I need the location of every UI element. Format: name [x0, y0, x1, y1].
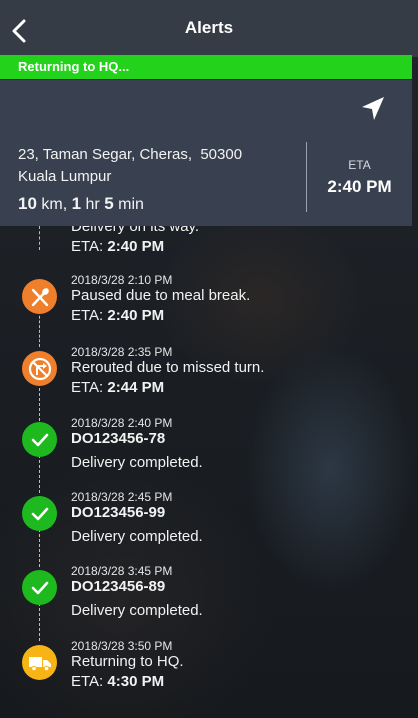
event-time: 2018/3/28 3:50 PM [71, 639, 173, 653]
hours-unit: hr [85, 196, 100, 213]
truck-icon [28, 656, 51, 671]
eta-value: 2:40 PM [107, 307, 165, 324]
alerts-timeline[interactable]: Delivery on its way. ETA: 2:40 PM 2018/3… [0, 226, 418, 718]
event-body: DO123456-78 Delivery completed. [71, 430, 401, 471]
event-time: 2018/3/28 2:40 PM [71, 416, 173, 430]
event-body: Paused due to meal break. ETA: 2:40 PM [71, 287, 401, 324]
page-title: Alerts [184, 18, 234, 37]
eta-label: ETA: [71, 238, 104, 255]
event-eta: ETA: 2:40 PM [71, 238, 401, 255]
event-body: Returning to HQ. ETA: 4:30 PM [71, 653, 401, 690]
address-line-2: Kuala Lumpur [18, 168, 112, 185]
event-message: Rerouted due to missed turn. [71, 359, 265, 376]
event-icon [22, 570, 57, 605]
event-body: DO123456-89 Delivery completed. [71, 578, 401, 619]
address-line-1: 23, Taman Segar, Cheras, 50300 [18, 146, 243, 163]
event-message: Returning to HQ. [71, 653, 184, 670]
event-message: Paused due to meal break. [71, 287, 251, 304]
minutes-value: 5 [104, 194, 114, 213]
eta-value: 2:44 PM [107, 379, 165, 396]
distance-value: 10 [18, 194, 37, 213]
no-right-turn-icon [28, 357, 51, 380]
eta-value: 2:40 PM [107, 238, 165, 255]
timeline-connector [39, 529, 40, 567]
event-time: 2018/3/28 2:35 PM [71, 345, 173, 359]
event-icon [22, 351, 57, 386]
order-number: DO123456-99 [71, 504, 166, 521]
eta-label: ETA [348, 158, 371, 172]
checkmark-icon [31, 581, 48, 594]
event-icon [22, 422, 57, 457]
event-message: Delivery completed. [71, 454, 203, 471]
hours-value: 1 [71, 194, 82, 213]
timeline-connector [39, 383, 40, 421]
timeline-connector [39, 311, 40, 347]
event-message: Delivery completed. [71, 528, 203, 545]
event-message: Delivery on its way. [71, 226, 200, 235]
event-eta: ETA: 4:30 PM [71, 673, 401, 690]
destination-panel: 23, Taman Segar, Cheras, 50300 Kuala Lum… [0, 80, 412, 226]
timeline-connector [39, 603, 40, 641]
event-body: Rerouted due to missed turn. ETA: 2:44 P… [71, 359, 401, 396]
eta-label: ETA: [71, 307, 104, 324]
event-eta: ETA: 2:44 PM [71, 379, 401, 396]
eta-value: 2:40 PM [327, 177, 392, 196]
event-eta: ETA: 2:40 PM [71, 307, 401, 324]
event-body: DO123456-99 Delivery completed. [71, 504, 401, 545]
navigation-arrow-icon [362, 97, 384, 120]
utensils-icon [31, 287, 49, 306]
eta-label: ETA: [71, 379, 104, 396]
checkmark-icon [31, 433, 48, 446]
travel-summary: 10 km, 1 hr 5 min [18, 194, 144, 214]
timeline-connector [39, 226, 40, 250]
event-icon [22, 496, 57, 531]
distance-unit: km, [41, 196, 68, 213]
event-time: 2018/3/28 2:45 PM [71, 490, 173, 504]
status-banner: Returning to HQ... [0, 55, 412, 79]
list-item: Delivery on its way. ETA: 2:40 PM [71, 226, 401, 255]
event-time: 2018/3/28 2:10 PM [71, 273, 173, 287]
order-number: DO123456-78 [71, 430, 166, 447]
event-icon [22, 645, 57, 680]
top-bar: Alerts [0, 0, 418, 57]
order-number: DO123456-89 [71, 578, 166, 595]
eta-label: ETA: [71, 673, 104, 690]
checkmark-icon [31, 507, 48, 520]
event-time: 2018/3/28 3:45 PM [71, 564, 173, 578]
minutes-unit: min [118, 196, 144, 213]
eta-value: 4:30 PM [107, 673, 165, 690]
timeline-connector [39, 455, 40, 493]
event-icon [22, 279, 57, 314]
event-message: Delivery completed. [71, 602, 203, 619]
navigate-button[interactable] [358, 94, 388, 124]
